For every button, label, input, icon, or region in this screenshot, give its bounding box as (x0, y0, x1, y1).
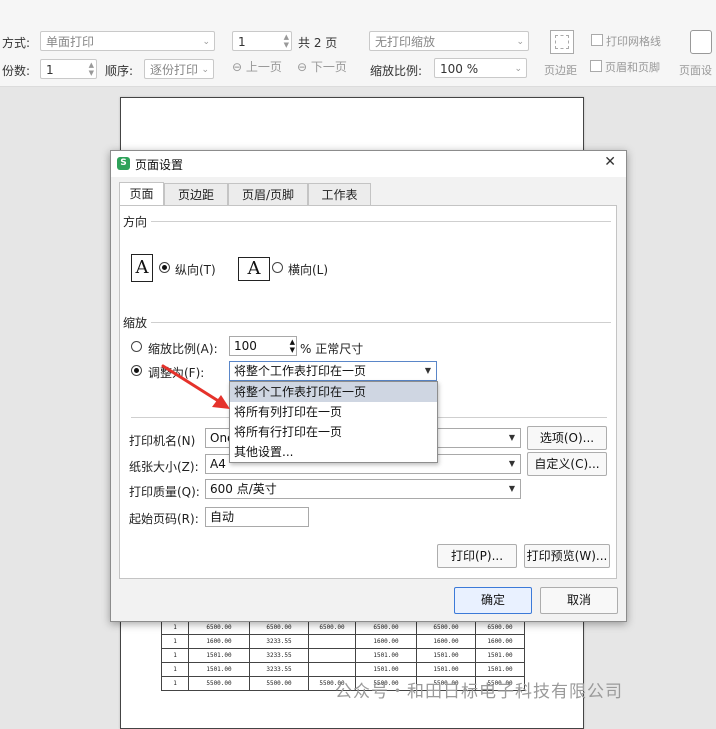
annotation-arrow-icon (161, 364, 230, 409)
arrow-shaft (161, 364, 222, 404)
